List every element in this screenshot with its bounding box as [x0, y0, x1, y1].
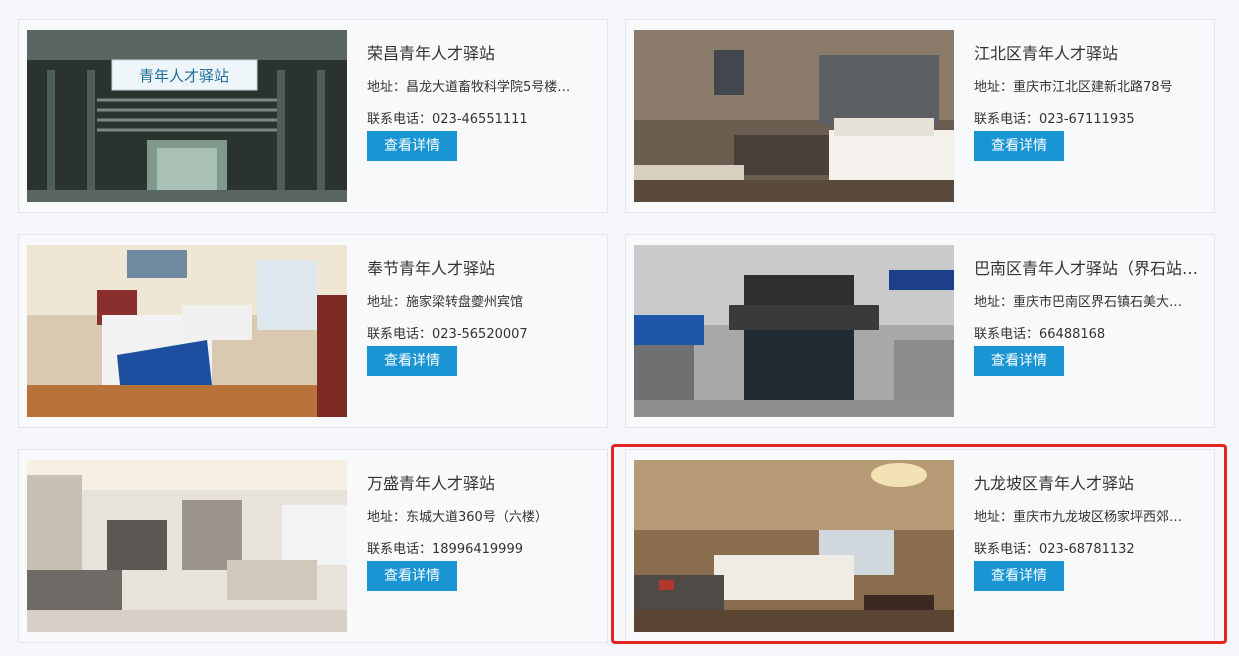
station-title[interactable]: 万盛青年人才驿站 — [367, 470, 599, 494]
svg-text:青年人才驿站: 青年人才驿站 — [139, 67, 229, 85]
station-address: 地址：昌龙大道畜牧科学院5号楼（... — [367, 80, 582, 95]
station-photo[interactable] — [634, 30, 954, 202]
station-address: 地址：重庆市巴南区界石镇石美大道... — [974, 295, 1189, 310]
lobby-photo — [27, 460, 347, 632]
station-phone: 联系电话：18996419999 — [367, 542, 523, 557]
view-details-button[interactable]: 查看详情 — [367, 346, 457, 376]
station-phone: 联系电话：023-67111935 — [974, 112, 1135, 127]
building-entrance-photo: 青年人才驿站 — [27, 30, 347, 202]
station-card-rongchang: 青年人才驿站 荣昌青年人才驿站 地址：昌龙大道畜牧科学院5号楼（... 联系电话… — [18, 19, 608, 213]
view-details-button[interactable]: 查看详情 — [974, 131, 1064, 161]
station-card-jiangbei: 江北区青年人才驿站 地址：重庆市江北区建新北路78号 联系电话：023-6711… — [625, 19, 1215, 213]
station-phone: 联系电话：023-46551111 — [367, 112, 528, 127]
hotel-room-photo — [634, 460, 954, 632]
station-photo[interactable] — [27, 460, 347, 632]
hotel-room-photo — [634, 30, 954, 202]
station-card-banan: 巴南区青年人才驿站（界石站）... 地址：重庆市巴南区界石镇石美大道... 联系… — [625, 234, 1215, 428]
station-phone: 联系电话：66488168 — [974, 327, 1106, 342]
station-address: 地址：重庆市江北区建新北路78号 — [974, 80, 1173, 95]
station-title[interactable]: 荣昌青年人才驿站 — [367, 40, 599, 64]
station-photo[interactable] — [27, 245, 347, 417]
hotel-room-photo — [27, 245, 347, 417]
station-card-wansheng: 万盛青年人才驿站 地址：东城大道360号（六楼） 联系电话：1899641999… — [18, 449, 608, 643]
station-title[interactable]: 九龙坡区青年人才驿站 — [974, 470, 1206, 494]
station-phone: 联系电话：023-68781132 — [974, 542, 1135, 557]
station-address: 地址：东城大道360号（六楼） — [367, 510, 548, 525]
station-photo[interactable]: 青年人才驿站 — [27, 30, 347, 202]
station-card-fengjie: 奉节青年人才驿站 地址：施家梁转盘夔州宾馆 联系电话：023-56520007 … — [18, 234, 608, 428]
station-card-jiulongpo: 九龙坡区青年人才驿站 地址：重庆市九龙坡区杨家坪西郊路... 联系电话：023-… — [625, 449, 1215, 643]
station-title[interactable]: 奉节青年人才驿站 — [367, 255, 599, 279]
hotel-facade-photo — [634, 245, 954, 417]
station-photo[interactable] — [634, 245, 954, 417]
view-details-button[interactable]: 查看详情 — [974, 561, 1064, 591]
view-details-button[interactable]: 查看详情 — [367, 131, 457, 161]
station-title[interactable]: 江北区青年人才驿站 — [974, 40, 1206, 64]
view-details-button[interactable]: 查看详情 — [974, 346, 1064, 376]
station-phone: 联系电话：023-56520007 — [367, 327, 528, 342]
view-details-button[interactable]: 查看详情 — [367, 561, 457, 591]
station-address: 地址：重庆市九龙坡区杨家坪西郊路... — [974, 510, 1189, 525]
station-address: 地址：施家梁转盘夔州宾馆 — [367, 295, 524, 310]
station-photo[interactable] — [634, 460, 954, 632]
station-title[interactable]: 巴南区青年人才驿站（界石站）... — [974, 255, 1206, 279]
